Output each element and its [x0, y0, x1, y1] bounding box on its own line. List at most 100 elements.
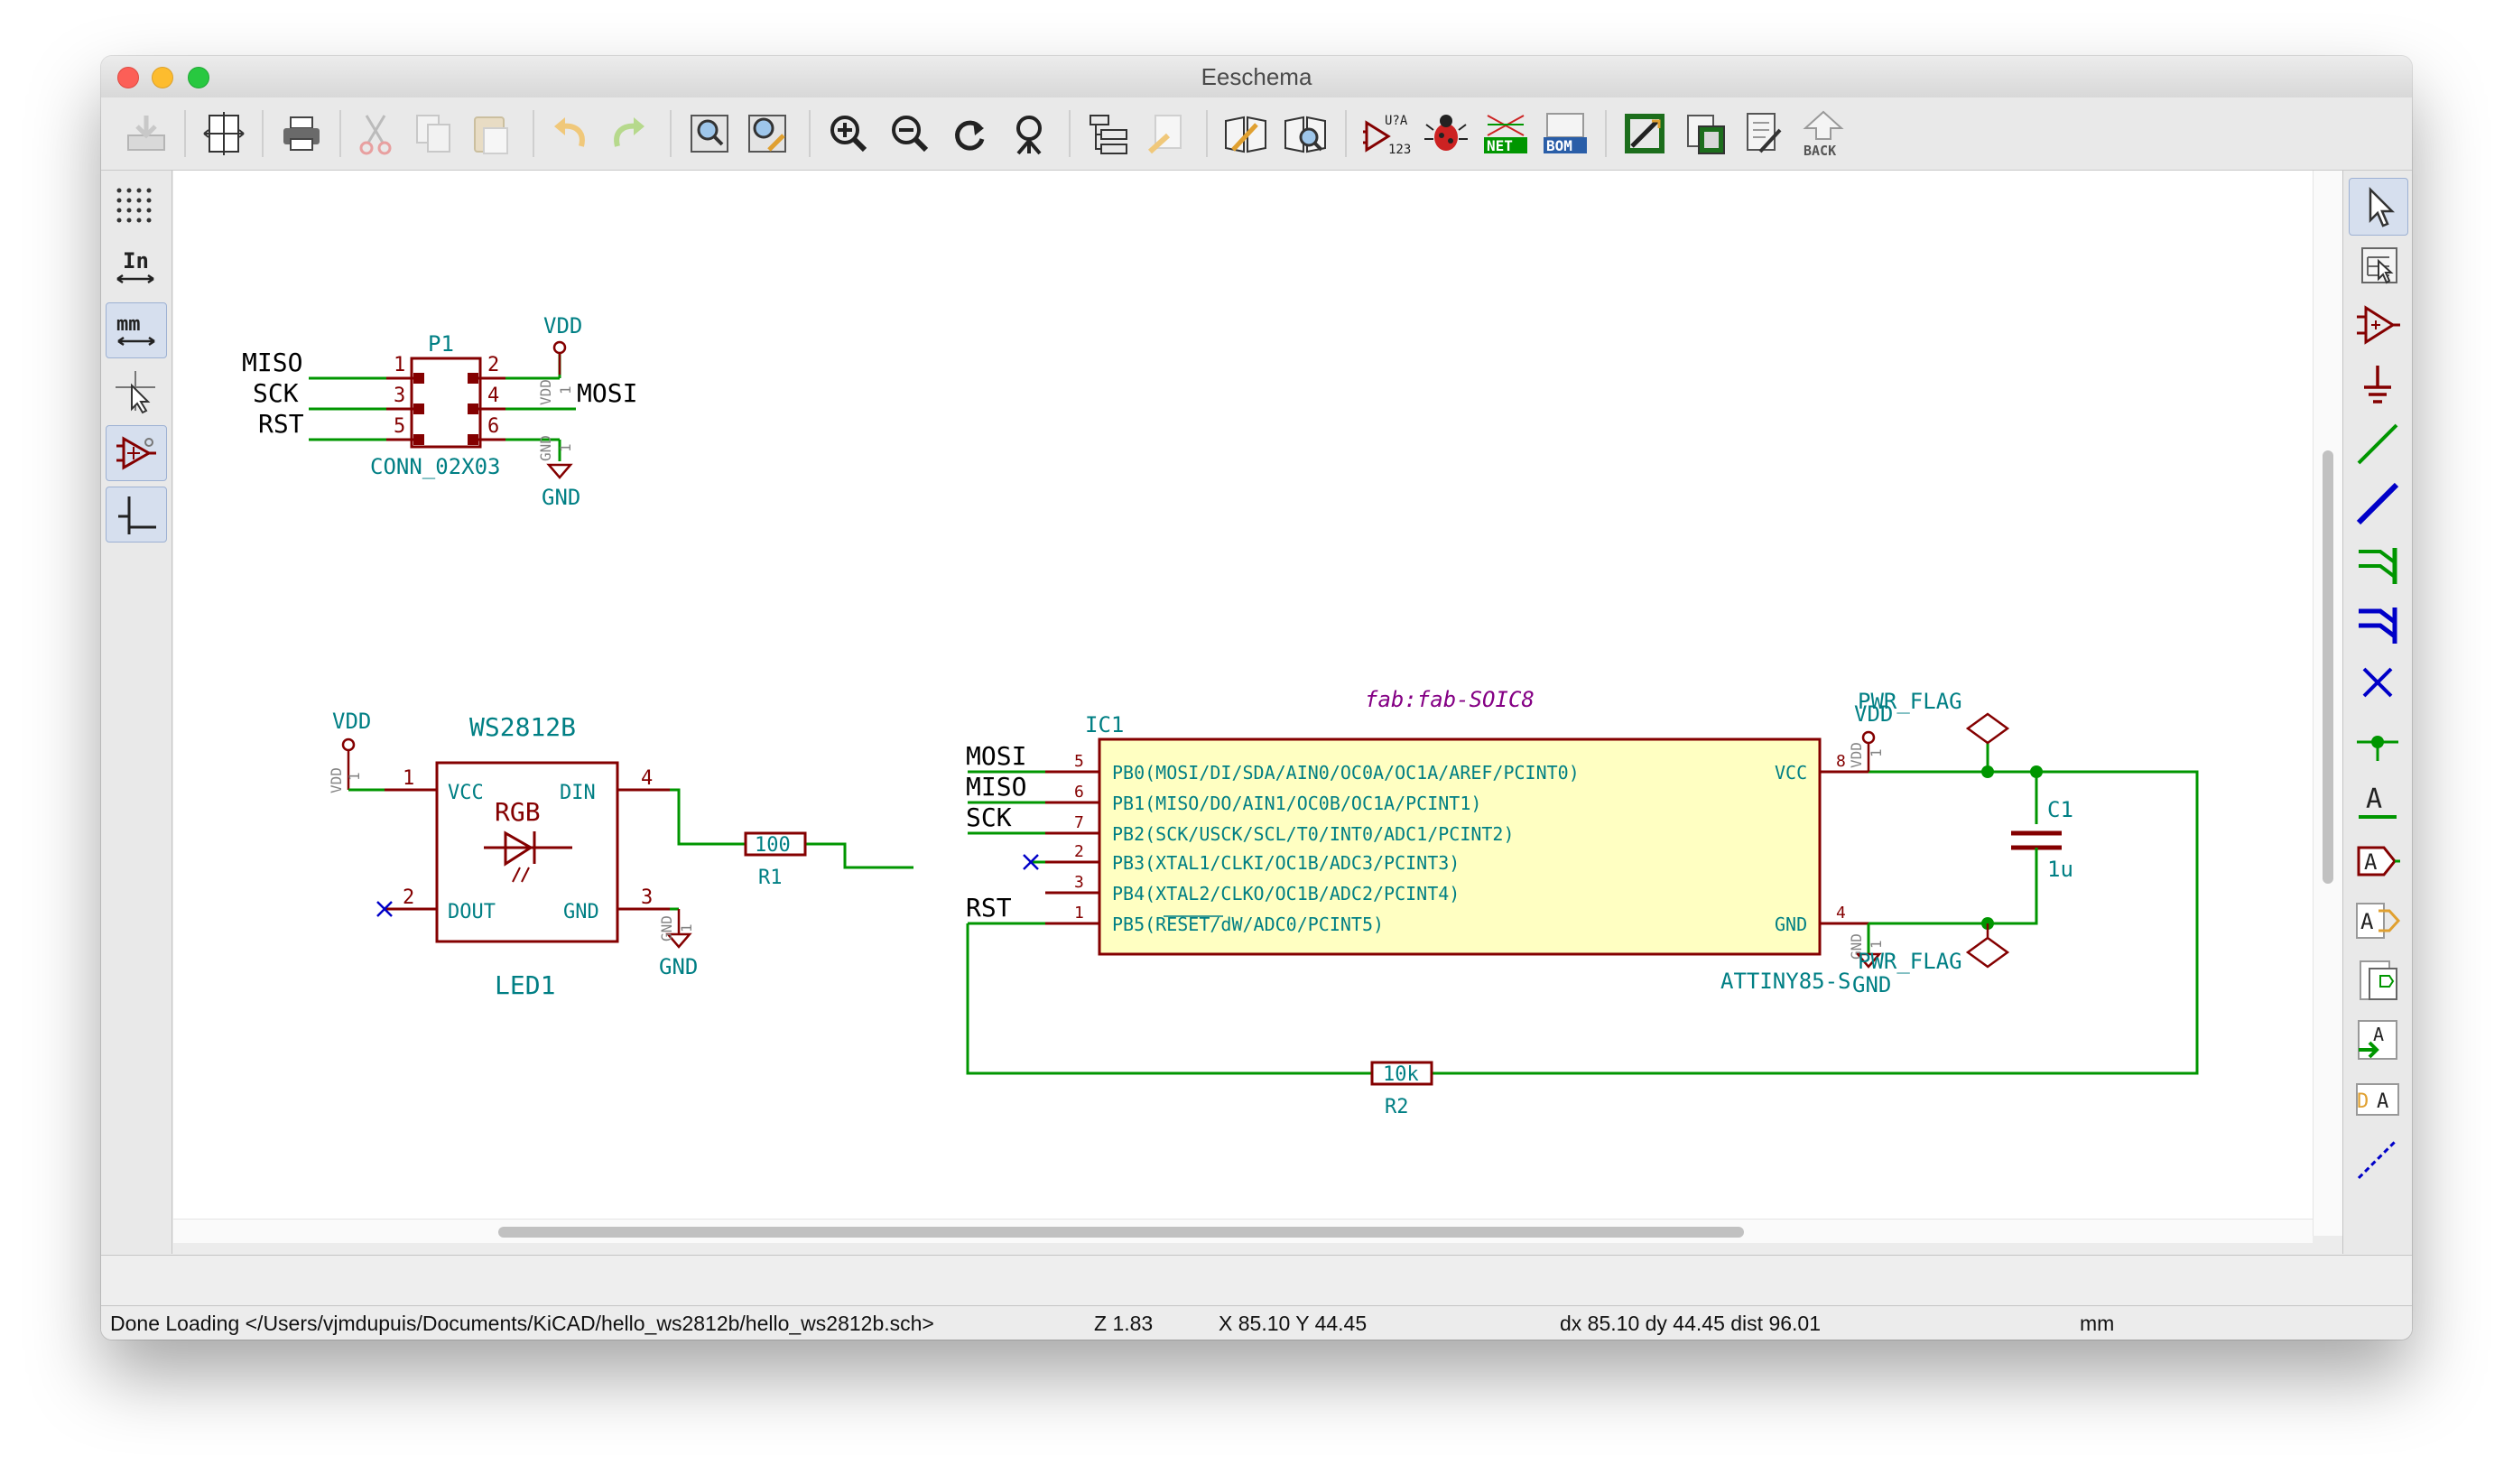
redo-icon — [614, 117, 644, 147]
p1-value: CONN_02X03 — [370, 454, 501, 479]
p1-ref: P1 — [428, 331, 454, 357]
show-hidden-pins-button[interactable] — [106, 425, 167, 481]
led1-ref: LED1 — [495, 970, 555, 1000]
led1-center: RGB — [495, 797, 541, 827]
import-sheet-pin-button[interactable]: A — [2349, 1012, 2406, 1068]
horizontal-scroll-thumb[interactable] — [498, 1227, 1744, 1238]
wire-angle-button[interactable] — [106, 487, 167, 543]
no-connect-icon — [2362, 667, 2393, 698]
cvpcb-icon — [1625, 114, 1665, 153]
label-rst-p1: RST — [258, 409, 304, 439]
no-connect-button[interactable] — [2349, 654, 2406, 710]
mm-label: mm — [116, 313, 141, 336]
save-button[interactable] — [117, 105, 175, 162]
net-label-glyph: A — [2366, 784, 2382, 815]
redo-button[interactable] — [599, 105, 657, 162]
p1-pin-4: 4 — [487, 385, 499, 407]
c1-value: 1u — [2047, 857, 2073, 882]
find-button[interactable] — [681, 105, 738, 162]
global-label-glyph: A — [2364, 849, 2378, 875]
capacitor-c1[interactable]: C1 1u — [2011, 797, 2073, 893]
resistor-r1[interactable]: 100 R1 — [744, 831, 807, 889]
place-wire-button[interactable] — [2349, 416, 2406, 472]
label-sck-p1: SCK — [253, 378, 299, 408]
cursor-shape-button[interactable] — [106, 364, 165, 418]
netlist-button[interactable]: NET — [1477, 105, 1535, 162]
cut-button[interactable] — [347, 105, 404, 162]
junction-icon — [2357, 736, 2398, 761]
units-inches-button[interactable]: In — [106, 241, 165, 295]
annotate-button[interactable]: U?A 123 — [1358, 105, 1415, 162]
redraw-button[interactable] — [941, 105, 998, 162]
copy-button[interactable] — [404, 105, 462, 162]
schematic-canvas[interactable]: P1 CONN_02X03 MISO SCK RST MOSI 1 3 5 2 … — [173, 171, 2343, 1236]
pwr-flag-gnd[interactable]: PWR_FLAG — [1858, 923, 2010, 974]
hierarchical-label-icon: A — [2356, 903, 2401, 939]
wire-to-bus-entry-button[interactable] — [2349, 535, 2406, 591]
component-icon — [2357, 305, 2400, 345]
zoom-in-button[interactable] — [820, 105, 877, 162]
toggle-grid-button[interactable] — [106, 180, 165, 234]
power-gnd-led[interactable]: GND GND 1 — [658, 907, 698, 979]
global-label-button[interactable]: A — [2349, 833, 2406, 889]
select-tool-button[interactable] — [2349, 178, 2408, 236]
junction-button[interactable] — [2349, 714, 2406, 770]
bom-button[interactable]: BOM — [1536, 105, 1594, 162]
hierarchy-navigator-button[interactable] — [1080, 105, 1137, 162]
resistor-r2[interactable]: 10k R2 — [1370, 1061, 1433, 1118]
zoom-out-button[interactable] — [881, 105, 939, 162]
zoom-out-icon — [892, 116, 929, 153]
graphic-line-button[interactable] — [2349, 1131, 2406, 1187]
ic1-attiny85[interactable]: IC1 ATTINY85-S fab:fab-SOIC8 PB0(MOSI/DI… — [1045, 687, 1869, 994]
library-editor-button[interactable] — [1217, 105, 1275, 162]
power-vdd-p1[interactable]: VDD VDD 1 — [537, 313, 582, 405]
page-settings-button[interactable] — [195, 105, 253, 162]
print-button[interactable] — [273, 105, 330, 162]
net-label-button[interactable]: A — [2349, 774, 2406, 830]
vdd-pin-led: 1 — [346, 772, 363, 781]
import-sheet-pin-icon: A — [2358, 1020, 2397, 1060]
c1-ref: C1 — [2047, 797, 2073, 822]
erc-button[interactable] — [1417, 105, 1475, 162]
r2-value: 10k — [1383, 1063, 1419, 1086]
window-title: Eeschema — [1201, 63, 1312, 90]
find-replace-button[interactable] — [738, 105, 796, 162]
import-footprints-button[interactable] — [1735, 105, 1793, 162]
p1-pin-6: 6 — [487, 415, 499, 438]
ic1-pin-name: PB5(RESET/dW/ADC0/PCINT5) — [1112, 914, 1384, 935]
netlist-icon: NET — [1484, 115, 1527, 154]
back-annotate-button[interactable]: BACK — [1794, 105, 1852, 162]
sheet-pin-button[interactable]: DA — [2349, 1071, 2406, 1127]
bus-to-bus-entry-button[interactable] — [2349, 595, 2406, 651]
units-mm-button[interactable]: mm — [106, 302, 167, 358]
hierarchical-label-button[interactable]: A — [2349, 893, 2406, 949]
r1-value: 100 — [755, 834, 791, 857]
power-gnd-p1[interactable]: GND GND 1 — [537, 435, 580, 510]
hierarchy-navigate-tool-button[interactable] — [2349, 237, 2406, 293]
place-bus-button[interactable] — [2349, 476, 2406, 532]
cvpcb-button[interactable] — [1616, 105, 1674, 162]
connector-p1[interactable]: P1 CONN_02X03 MISO SCK RST MOSI 1 3 5 2 … — [242, 331, 637, 479]
place-power-button[interactable] — [2349, 357, 2406, 413]
vertical-scroll-thumb[interactable] — [2323, 450, 2333, 884]
hierarchical-sheet-icon — [2360, 960, 2397, 1000]
label-miso-p1: MISO — [242, 348, 302, 377]
undo-button[interactable] — [542, 105, 599, 162]
paste-button[interactable] — [462, 105, 520, 162]
library-browser-button[interactable] — [1276, 105, 1334, 162]
horizontal-scrollbar[interactable] — [173, 1219, 2313, 1243]
grid-icon — [116, 188, 152, 223]
gnd-label-p1: GND — [542, 485, 580, 510]
gnd-label-ic: GND — [1852, 972, 1891, 997]
leave-sheet-button[interactable] — [1137, 105, 1195, 162]
led1-ws2812b[interactable]: WS2812B LED1 RGB VCC DIN DOUT GND 1 4 2 … — [385, 712, 670, 1000]
arrow-cursor-icon — [2369, 186, 2396, 227]
place-component-button[interactable] — [2349, 297, 2406, 353]
redraw-icon — [955, 120, 985, 151]
power-vdd-led[interactable]: VDD VDD 1 — [328, 709, 385, 793]
zoom-fit-button[interactable] — [1000, 105, 1058, 162]
zoom-fit-icon — [1016, 116, 1042, 155]
hierarchical-sheet-button[interactable] — [2349, 952, 2406, 1008]
vertical-scrollbar[interactable] — [2313, 171, 2342, 1236]
pcbnew-button[interactable] — [1675, 105, 1733, 162]
